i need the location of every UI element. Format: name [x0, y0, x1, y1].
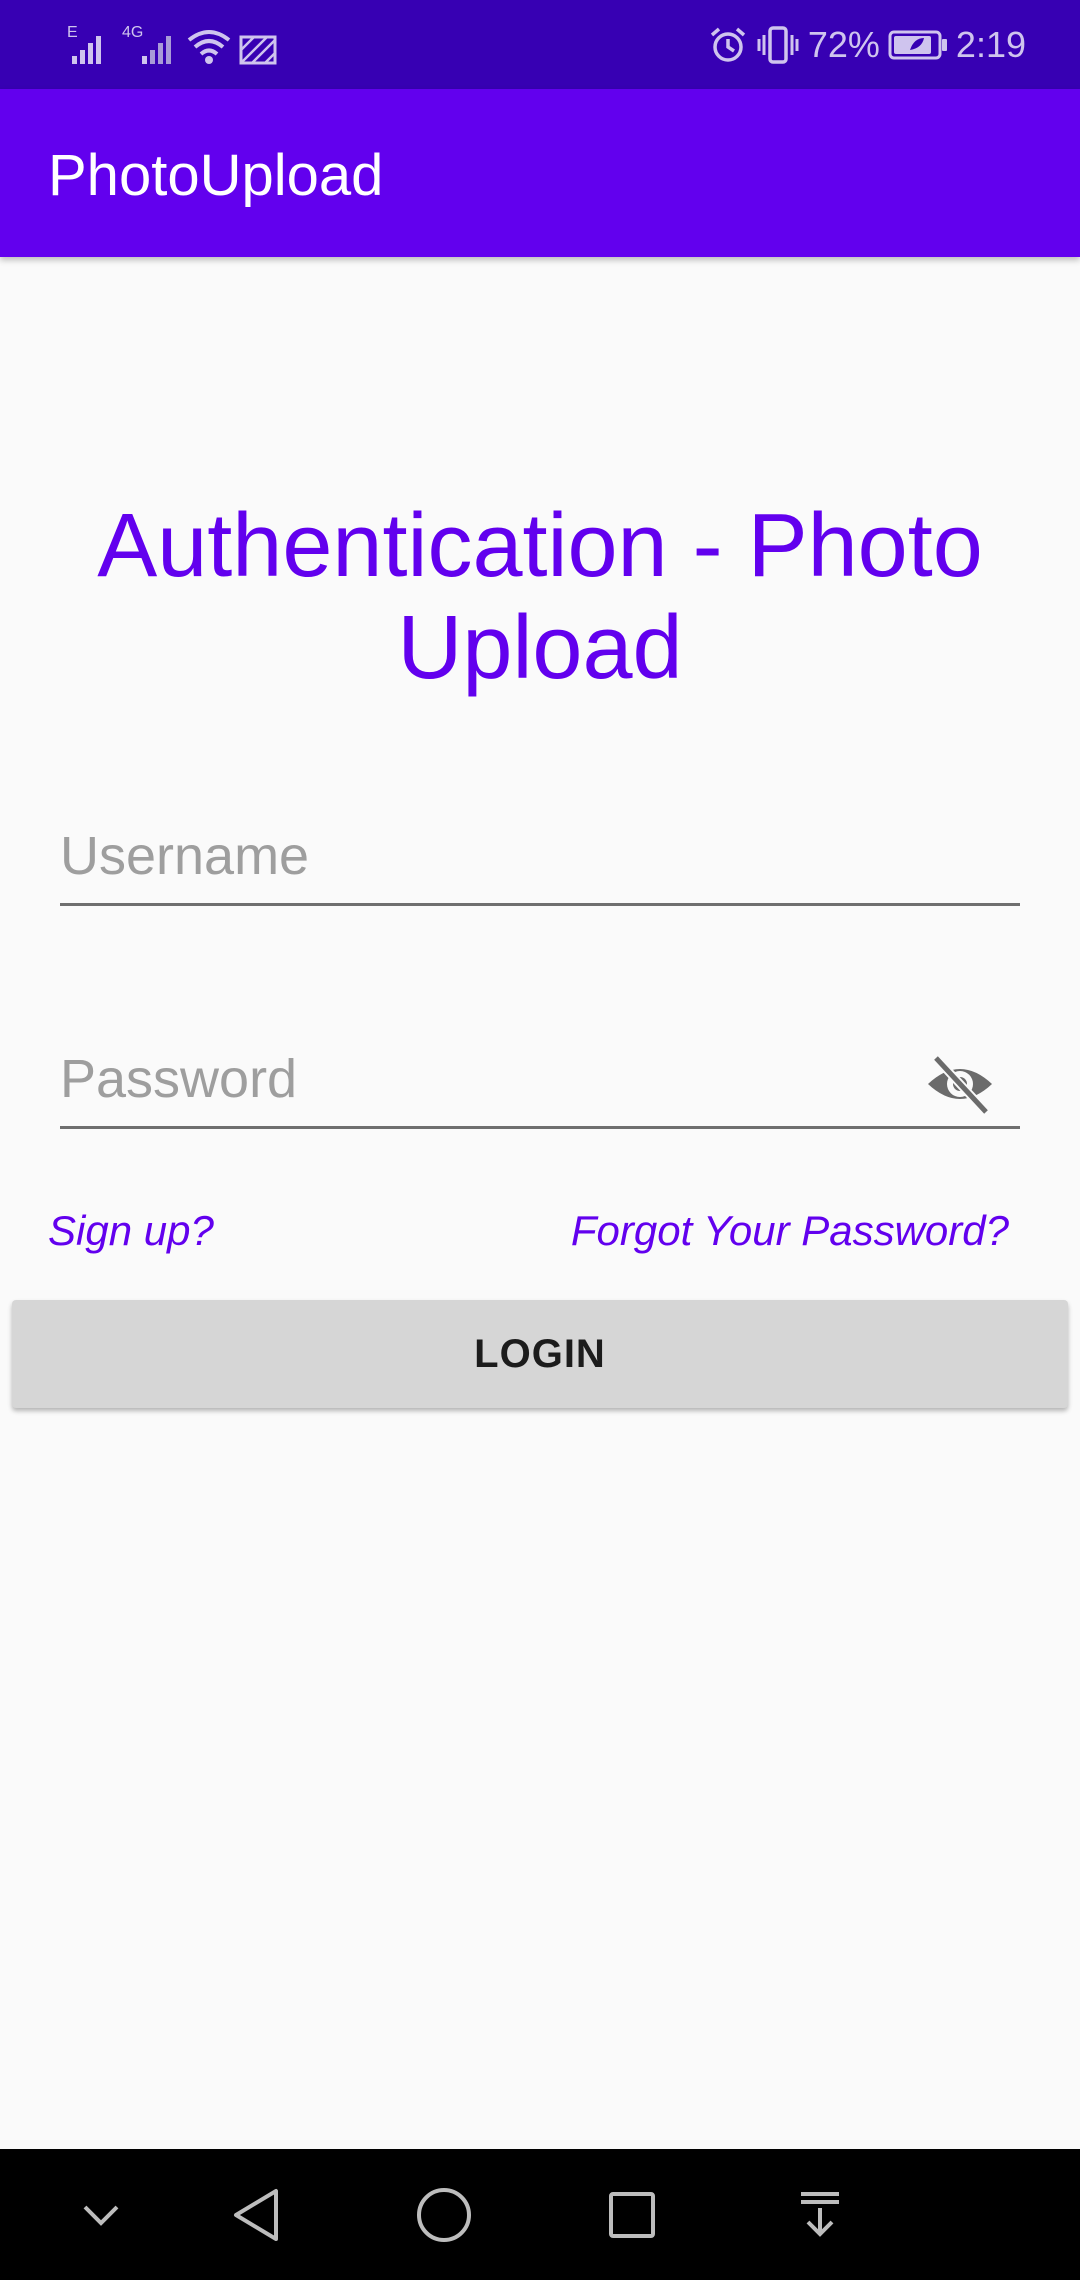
username-field-container: [60, 813, 1020, 906]
username-input[interactable]: [60, 813, 920, 899]
forgot-password-link[interactable]: Forgot Your Password?: [571, 1205, 1009, 1257]
nav-back-button[interactable]: [218, 2177, 294, 2253]
status-icons-right: 72% 2:19: [708, 20, 1026, 70]
no-sim-icon: [239, 35, 277, 65]
recents-icon: [609, 2192, 655, 2238]
clock-time: 2:19: [955, 24, 1026, 65]
status-icons-left: E 4G: [66, 22, 278, 68]
page-heading: Authentication - Photo Upload: [97, 496, 983, 698]
svg-text:4G: 4G: [122, 24, 143, 41]
password-input[interactable]: [60, 1036, 920, 1122]
nav-recents-button[interactable]: [594, 2177, 670, 2253]
battery-percent: 72%: [807, 24, 880, 65]
vibrate-icon: [757, 26, 799, 64]
nav-home-button[interactable]: [406, 2177, 482, 2253]
wifi-icon: [187, 30, 231, 64]
password-visibility-toggle[interactable]: [924, 1048, 996, 1120]
notification-pull-icon: [801, 2192, 839, 2237]
nav-notification-button[interactable]: [782, 2177, 858, 2253]
home-icon: [417, 2188, 471, 2242]
nav-collapse-button[interactable]: [63, 2177, 139, 2253]
battery-icon: [888, 30, 947, 60]
app-bar: PhotoUpload: [0, 89, 1080, 257]
status-bar: E 4G 72% 2:19: [0, 0, 1080, 89]
signal-icon: E: [67, 24, 101, 64]
login-button[interactable]: LOGIN: [12, 1300, 1068, 1408]
system-nav-bar: [0, 2149, 1080, 2280]
signup-link[interactable]: Sign up?: [48, 1205, 214, 1257]
svg-text:E: E: [67, 24, 78, 41]
signal-4g-icon: 4G: [122, 24, 171, 64]
chevron-down-icon: [83, 2205, 119, 2226]
password-field-container: [60, 1036, 1020, 1129]
alarm-icon: [710, 27, 745, 62]
app-title: PhotoUpload: [48, 143, 384, 208]
back-icon: [234, 2189, 278, 2241]
eye-off-icon: [928, 1054, 992, 1116]
